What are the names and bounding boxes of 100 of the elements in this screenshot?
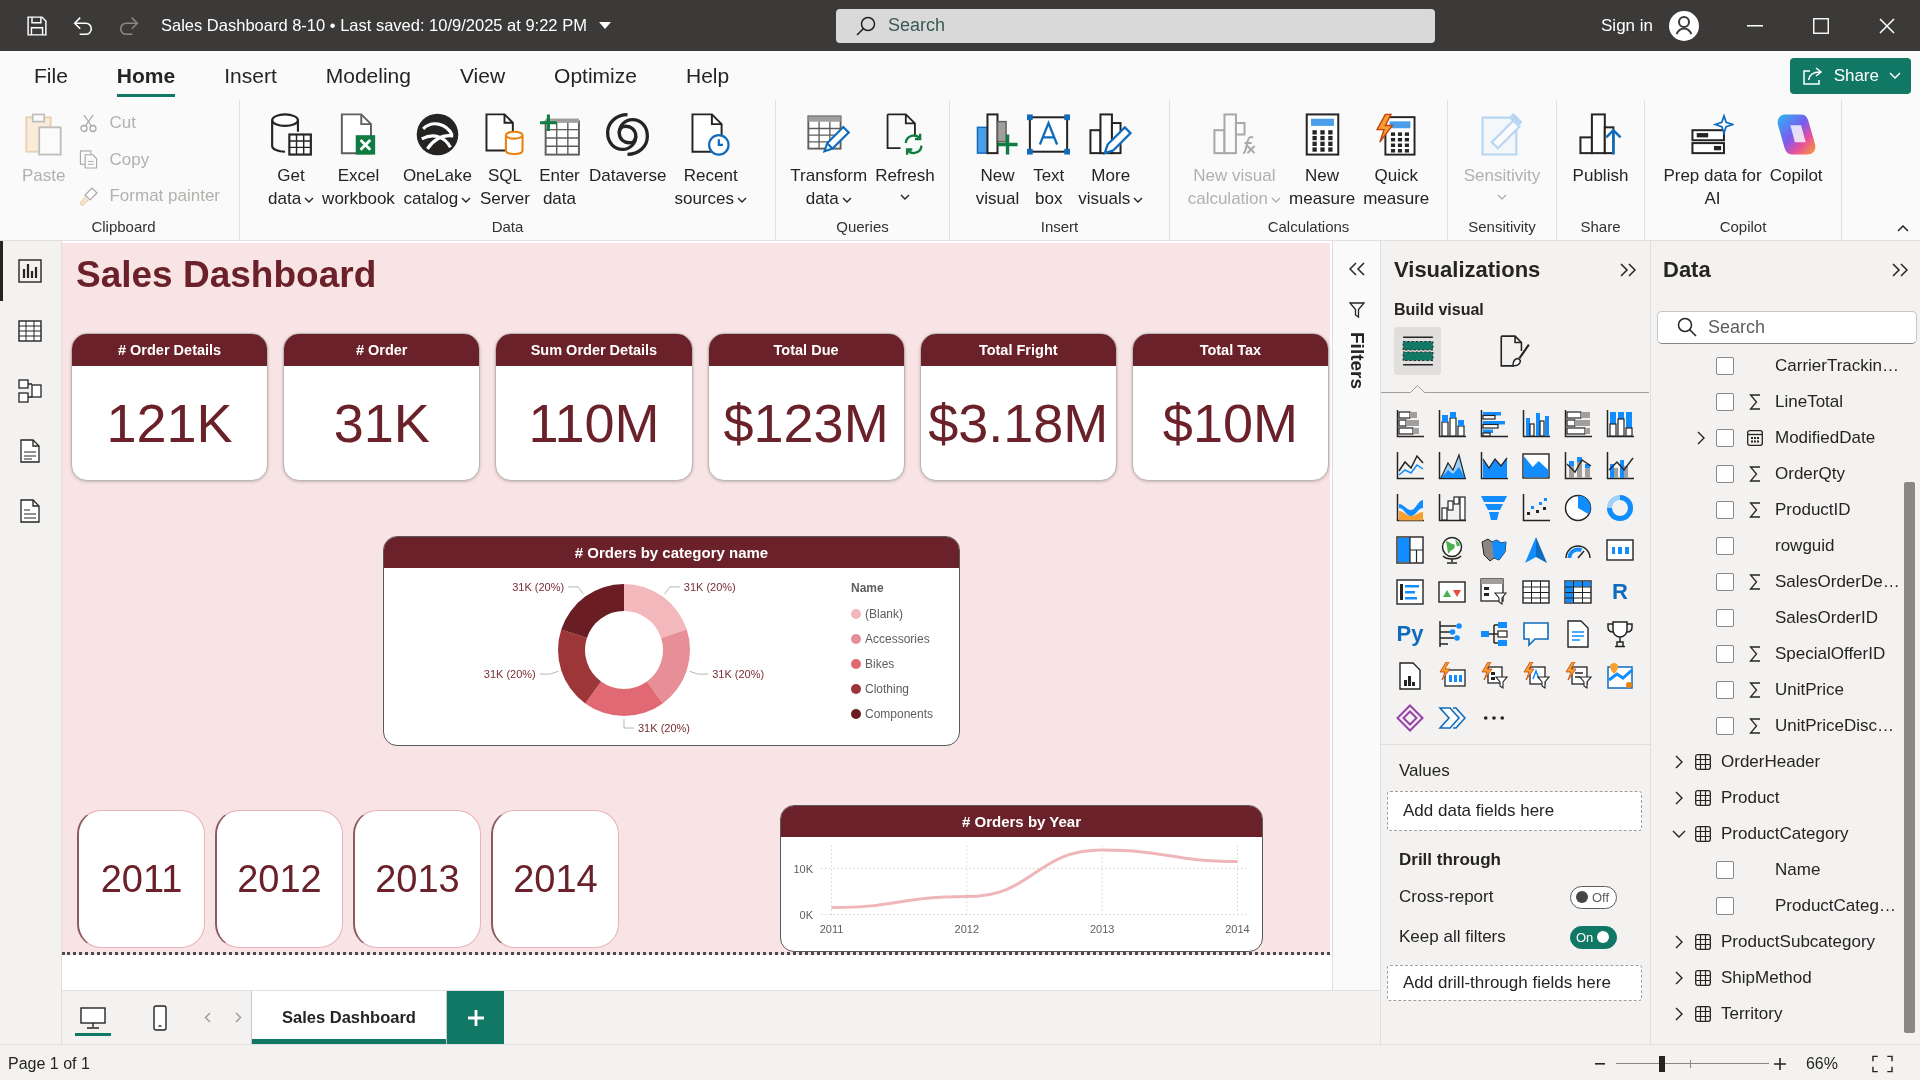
zoom-in-icon[interactable] bbox=[1773, 1057, 1786, 1070]
quick-measure-button[interactable]: Quick measure bbox=[1359, 100, 1434, 210]
pie-chart-icon[interactable] bbox=[1564, 494, 1592, 522]
lightning-card-icon[interactable] bbox=[1438, 662, 1466, 690]
field-name[interactable]: ModifiedDate bbox=[1775, 428, 1876, 448]
chevrons-icon[interactable] bbox=[1438, 704, 1466, 732]
checkbox[interactable] bbox=[1716, 465, 1734, 483]
undo-icon[interactable] bbox=[73, 15, 93, 36]
minimize-icon[interactable] bbox=[1747, 24, 1763, 27]
menu-tab[interactable]: Help bbox=[685, 51, 730, 100]
paginated-report-icon[interactable] bbox=[1396, 662, 1424, 690]
lightning-text-slicer-icon[interactable] bbox=[1522, 662, 1550, 690]
table-icon[interactable] bbox=[1522, 578, 1550, 606]
line-and-column-chart-icon[interactable] bbox=[1564, 452, 1592, 480]
chevron-right-icon[interactable] bbox=[1675, 791, 1683, 805]
field-name[interactable]: rowguid bbox=[1775, 536, 1835, 556]
kpi-icon[interactable] bbox=[1438, 578, 1466, 606]
search-field[interactable]: Search bbox=[1657, 311, 1917, 344]
menu-tab[interactable]: File bbox=[34, 51, 68, 100]
checkbox[interactable] bbox=[1716, 609, 1734, 627]
field-name[interactable]: LineTotal bbox=[1775, 392, 1844, 412]
table-name[interactable]: Territory bbox=[1721, 1004, 1783, 1024]
transform-data-button[interactable]: Transform data bbox=[786, 100, 872, 210]
clustered-column-chart-icon[interactable] bbox=[1522, 410, 1550, 438]
checkbox[interactable] bbox=[1716, 357, 1734, 375]
checkbox[interactable] bbox=[1716, 645, 1734, 663]
year-tile[interactable]: 2014 bbox=[491, 810, 619, 948]
toggle-switch[interactable]: Off bbox=[1570, 885, 1617, 909]
table-name[interactable]: ProductCategory bbox=[1721, 824, 1849, 844]
field-name[interactable]: SalesOrderDe… bbox=[1775, 572, 1900, 592]
funnel-chart-icon[interactable] bbox=[1480, 494, 1508, 522]
search-field[interactable]: Search bbox=[836, 8, 1435, 43]
checkbox[interactable] bbox=[1716, 429, 1734, 447]
line-chart-icon[interactable] bbox=[1396, 452, 1424, 480]
sign-in-button[interactable]: Sign in bbox=[1601, 15, 1653, 36]
page-tab[interactable]: Sales Dashboard bbox=[251, 991, 447, 1044]
more-visuals-button[interactable]: More visuals bbox=[1074, 100, 1148, 210]
dataverse-button[interactable]: Dataverse bbox=[584, 100, 671, 187]
sql-server-button[interactable]: SQL Server bbox=[475, 100, 534, 210]
share-button[interactable]: Share bbox=[1789, 57, 1911, 94]
speech-bubble-icon[interactable] bbox=[1522, 620, 1550, 648]
area-chart-icon[interactable] bbox=[1438, 452, 1466, 480]
close-icon[interactable] bbox=[1879, 17, 1895, 34]
field-name[interactable]: ProductID bbox=[1775, 500, 1851, 520]
field-name[interactable]: OrderQty bbox=[1775, 464, 1845, 484]
stacked-column-chart-icon[interactable] bbox=[1438, 410, 1466, 438]
field-name[interactable]: UnitPrice bbox=[1775, 680, 1844, 700]
chevron-right-icon[interactable] bbox=[1675, 755, 1683, 769]
filled-area-chart-icon[interactable] bbox=[1522, 452, 1550, 480]
text-box-button[interactable]: Text box bbox=[1023, 100, 1075, 210]
fit-to-page-icon[interactable] bbox=[1872, 1054, 1893, 1073]
lightning-slicer-icon[interactable] bbox=[1480, 662, 1508, 690]
drop-zone[interactable]: Add drill-through fields here bbox=[1387, 965, 1642, 1001]
field-name[interactable]: SalesOrderID bbox=[1775, 608, 1878, 628]
double-chevron-left-icon[interactable] bbox=[1348, 262, 1365, 276]
double-chevron-right-icon[interactable] bbox=[1620, 263, 1636, 277]
diamond-icon[interactable] bbox=[1396, 704, 1424, 732]
zoom-level[interactable]: 66% bbox=[1805, 1054, 1838, 1073]
caret-down-icon[interactable] bbox=[598, 22, 611, 29]
checkbox[interactable] bbox=[1716, 573, 1734, 591]
r-visual-icon[interactable]: R bbox=[1612, 581, 1628, 603]
chevron-right-icon[interactable] bbox=[1697, 431, 1705, 445]
chevron-right-icon[interactable] bbox=[1675, 935, 1683, 949]
scrollbar[interactable] bbox=[1904, 482, 1915, 1033]
map-pin-icon[interactable] bbox=[1606, 662, 1634, 690]
chevron-right-icon[interactable] bbox=[1675, 971, 1683, 985]
menu-tab[interactable]: Optimize bbox=[554, 51, 637, 100]
multi-row-card-icon[interactable] bbox=[1396, 578, 1424, 606]
menu-tab[interactable]: Insert bbox=[224, 51, 277, 100]
table-name[interactable]: ProductSubcategory bbox=[1721, 932, 1876, 952]
filters-pane-label[interactable]: Filters bbox=[1345, 332, 1368, 390]
table-name[interactable]: OrderHeader bbox=[1721, 752, 1821, 772]
double-chevron-right-icon[interactable] bbox=[1892, 263, 1908, 277]
enter-data-button[interactable]: Enter data bbox=[533, 100, 585, 210]
slider-thumb[interactable] bbox=[1658, 1055, 1665, 1072]
zoom-out-icon[interactable] bbox=[1594, 1062, 1605, 1065]
more-icon[interactable] bbox=[1483, 715, 1505, 721]
chevron-right-icon[interactable] bbox=[1675, 1007, 1683, 1021]
checkbox[interactable] bbox=[1716, 501, 1734, 519]
python-visual-icon[interactable]: Py bbox=[1396, 623, 1424, 645]
copilot-button[interactable]: Copilot bbox=[1765, 100, 1827, 187]
donut-chart-icon[interactable] bbox=[1606, 494, 1634, 522]
decomposition-tree-icon[interactable] bbox=[1480, 620, 1508, 648]
document-icon[interactable] bbox=[1564, 620, 1592, 648]
filled-map-icon[interactable] bbox=[1480, 536, 1508, 564]
full-stacked-column-chart-icon[interactable] bbox=[1606, 410, 1634, 438]
chevron-up-icon[interactable] bbox=[1897, 225, 1909, 232]
navigation-arrow-icon[interactable] bbox=[1522, 536, 1550, 564]
lightning-filter-icon[interactable] bbox=[1564, 662, 1592, 690]
toggle-switch[interactable]: On bbox=[1570, 925, 1617, 949]
publish-button[interactable]: Publish bbox=[1568, 100, 1633, 187]
refresh-button[interactable]: Refresh bbox=[871, 100, 939, 200]
line-and-clustered-column-chart-icon[interactable] bbox=[1606, 452, 1634, 480]
recent-sources-button[interactable]: Recent sources bbox=[670, 100, 751, 210]
field-name[interactable]: ProductCateg… bbox=[1775, 896, 1896, 916]
field-name[interactable]: CarrierTrackin… bbox=[1775, 356, 1900, 376]
add-page-button[interactable] bbox=[447, 991, 504, 1044]
scatter-chart-icon[interactable] bbox=[1522, 494, 1550, 522]
field-name[interactable]: Name bbox=[1775, 860, 1821, 880]
checkbox[interactable] bbox=[1716, 861, 1734, 879]
